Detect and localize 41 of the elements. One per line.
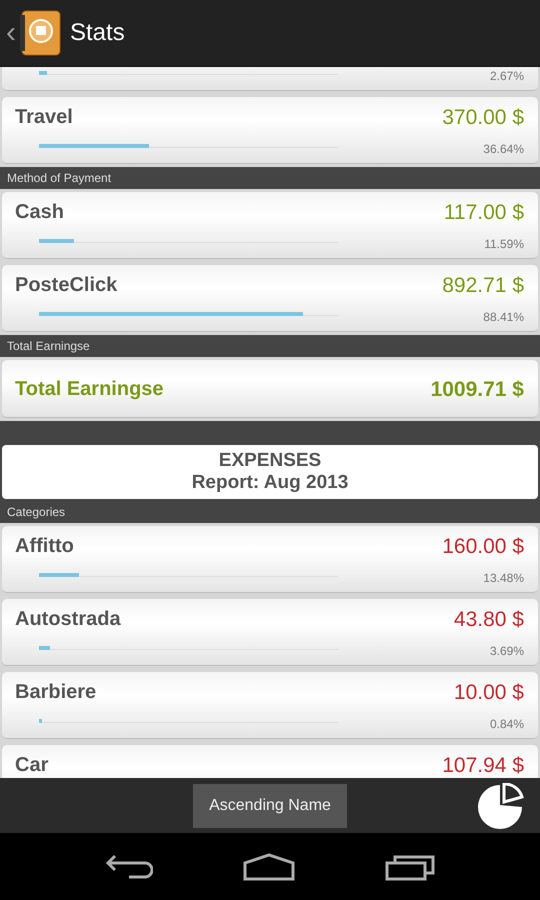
percentage: 36.64%	[483, 142, 524, 156]
percentage: 13.48%	[483, 571, 524, 585]
category-card[interactable]: Travel 370.00 $ 36.64%	[2, 97, 538, 164]
amount: 107.94 $	[442, 754, 524, 778]
pie-chart-icon[interactable]	[476, 783, 526, 829]
category-card[interactable]: Cash 117.00 $ 11.59%	[2, 192, 538, 259]
screen-title: Stats	[70, 19, 125, 47]
amount: 117.00 $	[444, 201, 524, 225]
category-name: Barbiere	[15, 681, 96, 704]
sort-button[interactable]: Ascending Name	[193, 784, 347, 828]
back-caret[interactable]: ‹	[6, 18, 16, 48]
category-name: PosteClick	[15, 274, 118, 297]
category-card[interactable]: PosteClick 892.71 $ 88.41%	[2, 265, 538, 332]
amount: 43.80 $	[454, 608, 524, 632]
category-name: Car	[15, 754, 48, 777]
category-card[interactable]: Car 107.94 $	[2, 745, 538, 778]
percentage: 2.67%	[490, 69, 524, 83]
amount: 10.00 $	[454, 681, 524, 705]
category-name: Cash	[15, 201, 64, 224]
category-card[interactable]: 2.67%	[2, 67, 538, 91]
total-label: Total Earningse	[15, 378, 164, 401]
back-icon[interactable]	[105, 852, 153, 880]
amount: 370.00 $	[442, 106, 524, 130]
category-card[interactable]: Autostrada 43.80 $ 3.69%	[2, 599, 538, 666]
category-name: Affitto	[15, 535, 74, 558]
percentage: 88.41%	[483, 310, 524, 324]
category-name: Travel	[15, 106, 73, 129]
amount: 160.00 $	[442, 535, 524, 559]
report-title: EXPENSES	[218, 450, 322, 472]
home-icon[interactable]	[243, 852, 295, 880]
percentage: 0.84%	[490, 717, 524, 731]
category-card[interactable]: Barbiere 10.00 $ 0.84%	[2, 672, 538, 739]
category-name: Autostrada	[15, 608, 121, 631]
percentage: 3.69%	[490, 644, 524, 658]
total-amount: 1009.71 $	[430, 378, 524, 402]
app-logo-icon[interactable]	[18, 9, 62, 57]
percentage: 11.59%	[484, 237, 524, 251]
recent-apps-icon[interactable]	[385, 852, 435, 880]
category-card[interactable]: Affitto 160.00 $ 13.48%	[2, 526, 538, 593]
amount: 892.71 $	[442, 274, 524, 298]
report-period: Report: Aug 2013	[192, 472, 348, 494]
